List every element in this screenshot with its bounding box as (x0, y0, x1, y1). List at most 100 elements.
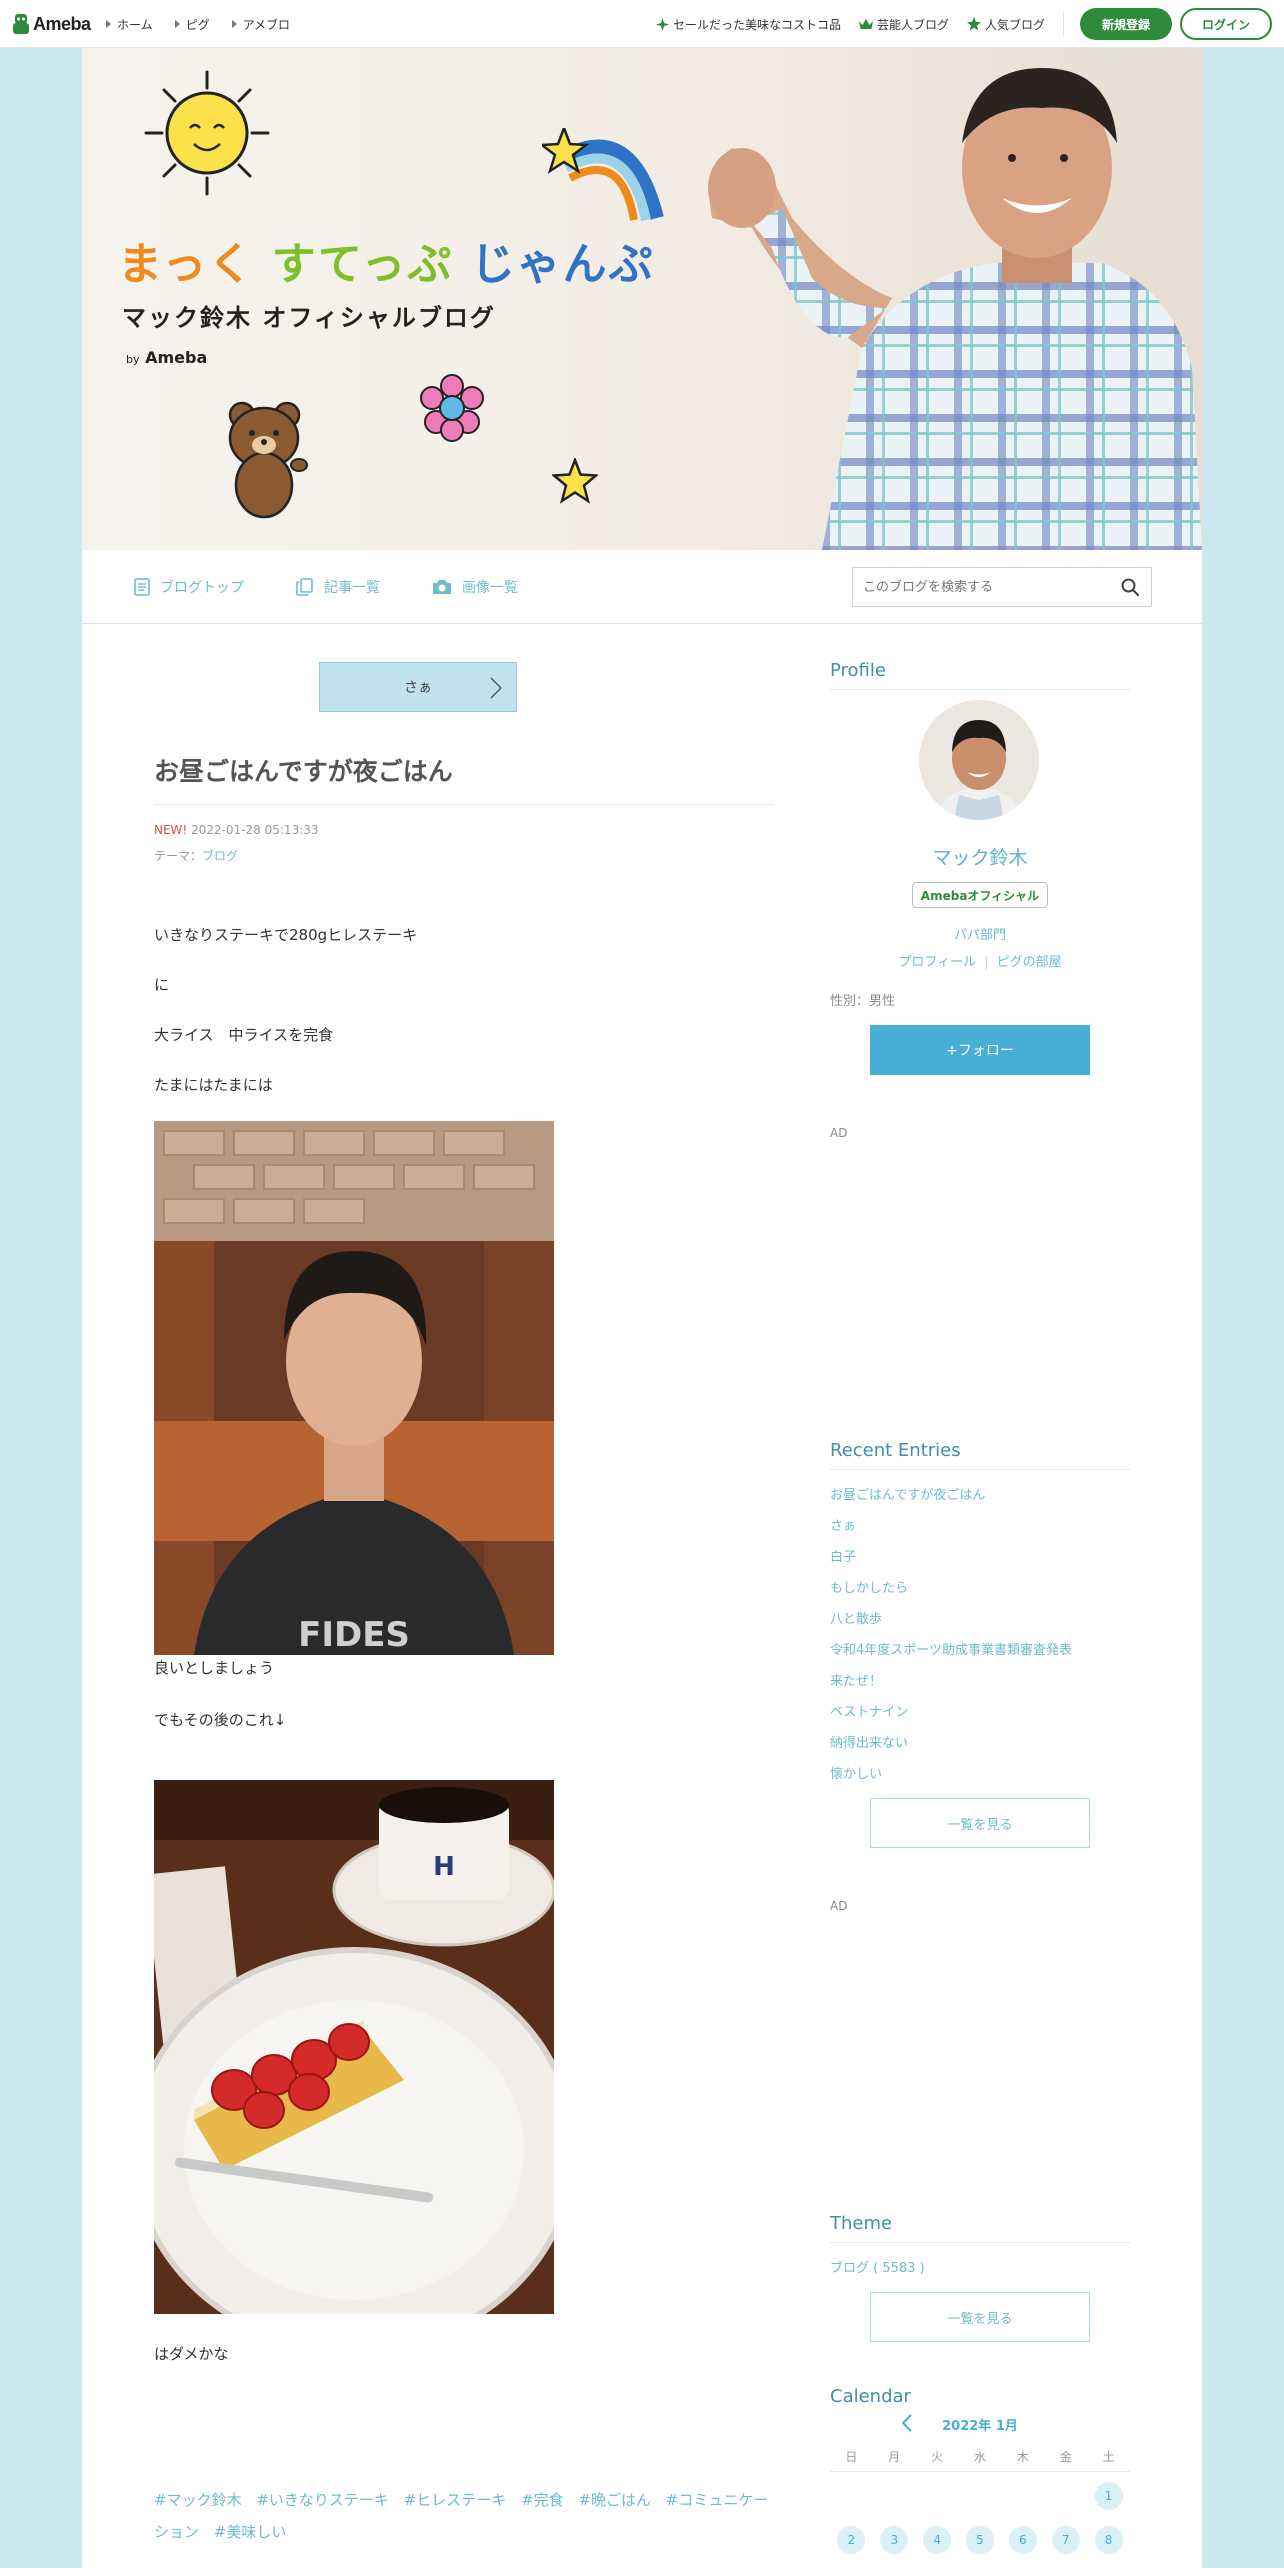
calendar-cell (873, 2478, 916, 2514)
recent-entry-link[interactable]: 白子 (830, 1542, 1130, 1573)
hashtag-link[interactable]: #ヒレステーキ (404, 2491, 507, 2509)
calendar-cell: 2 (830, 2522, 873, 2558)
recent-see-all-button[interactable]: 一覧を見る (870, 1798, 1090, 1848)
nav-entry-list[interactable]: 記事一覧 (296, 577, 380, 597)
calendar-month-label: 2022年 1月 (942, 2419, 1018, 2434)
chevron-right-icon (490, 677, 502, 699)
recent-entry-link[interactable]: もしかしたら (830, 1573, 1130, 1604)
calendar-day-link[interactable]: 7 (1051, 2526, 1080, 2554)
global-header: Ameba ホーム ピグ アメブロ セールだった美味なコストコ品 芸能人ブログ … (0, 0, 1284, 48)
calendar-cell: 3 (873, 2522, 916, 2558)
profile-link[interactable]: プロフィール (898, 955, 976, 970)
article-photo-dessert[interactable]: H (154, 1780, 554, 2314)
profile-name[interactable]: マック鈴木 (830, 843, 1130, 870)
calendar-day-link[interactable]: 2 (837, 2526, 866, 2554)
smiling-sun-icon (144, 70, 270, 196)
article-datetime: 2022-01-28 05:13:33 (191, 823, 319, 837)
popular-blog-link[interactable]: 人気ブログ (966, 16, 1045, 33)
blog-nav-items: ブログトップ 記事一覧 画像一覧 (134, 550, 518, 624)
hashtag-link[interactable]: #完食 (521, 2491, 564, 2509)
calendar-day-link[interactable]: 1 (1094, 2482, 1123, 2510)
weekday-label: 月 (888, 2450, 901, 2464)
calendar-cell (1001, 2478, 1044, 2514)
title-divider (154, 804, 774, 805)
calendar-day-link[interactable]: 4 (923, 2526, 952, 2554)
by-ameba-label: by Ameba (126, 348, 207, 367)
blog-search-input[interactable] (853, 568, 1103, 606)
login-button[interactable]: ログイン (1180, 8, 1272, 40)
celebrity-blog-link[interactable]: 芸能人ブログ (858, 16, 949, 33)
theme-prefix: テーマ： (154, 849, 203, 863)
recent-entry-link[interactable]: 懐かしい (830, 1759, 1130, 1790)
ameba-logo[interactable]: Ameba (12, 12, 91, 36)
calendar-day-link[interactable]: 3 (880, 2526, 909, 2554)
theme-link[interactable]: ブログ (202, 849, 238, 863)
weekday-label: 水 (974, 2450, 987, 2464)
hashtag-link[interactable]: #晩ごはん (578, 2491, 651, 2509)
brand-wordmark: Ameba (33, 13, 91, 34)
prev-entry-label: さぁ (404, 680, 432, 696)
recent-entry-link[interactable]: 令和4年度スポーツ助成事業書類審査発表 (830, 1635, 1130, 1666)
calendar-cell (959, 2478, 1002, 2514)
pig-room-link[interactable]: ピグの部屋 (997, 955, 1062, 970)
new-badge: NEW! (154, 823, 188, 837)
theme-blog-link[interactable]: ブログ ( 5583 ) (830, 2257, 925, 2276)
calendar-day-link[interactable]: 8 (1094, 2526, 1123, 2554)
calendar-cell: 8 (1087, 2522, 1130, 2558)
calendar-day-link[interactable]: 6 (1008, 2526, 1037, 2554)
camera-icon (433, 580, 451, 594)
header-portrait-image (708, 68, 1202, 550)
svg-text:FIDES: FIDES (298, 1615, 410, 1655)
by-brand: Ameba (145, 348, 208, 367)
calendar-day-link[interactable]: 5 (966, 2526, 994, 2554)
follow-button[interactable]: +フォロー (870, 1025, 1090, 1075)
register-button[interactable]: 新規登録 (1080, 8, 1172, 40)
nav-blog-top[interactable]: ブログトップ (134, 577, 244, 597)
caret-right-icon (106, 20, 111, 28)
recent-entry-link[interactable]: ベストナイン (830, 1697, 1130, 1728)
copy-pages-icon (296, 578, 313, 596)
recent-entry-link[interactable]: 納得出来ない (830, 1728, 1130, 1759)
calendar-weekdays: 日 月 火 水 木 金 土 (830, 2446, 1130, 2472)
calendar-cell: 1 (1087, 2478, 1130, 2514)
nav-ameblo-label: アメブロ (242, 17, 291, 32)
article-title[interactable]: お昼ごはんですが夜ごはん (154, 752, 774, 788)
calendar-cell: 5 (959, 2522, 1002, 2558)
calendar-week: 1 (830, 2478, 1130, 2514)
yellow-star-icon (552, 458, 598, 504)
costco-topic-link[interactable]: セールだった美味なコストコ品 (655, 16, 841, 33)
calendar-cell (916, 2478, 959, 2514)
nav-image-list[interactable]: 画像一覧 (432, 577, 518, 597)
costco-topic-label: セールだった美味なコストコ品 (672, 17, 841, 32)
hashtag-list: #マック鈴木 #いきなりステーキ #ヒレステーキ #完食 #晩ごはん #コミュニ… (154, 2484, 774, 2548)
sparkle-icon (655, 17, 669, 31)
prev-entry-button[interactable]: さぁ (319, 662, 517, 712)
recent-entries-heading: Recent Entries (830, 1440, 1130, 1470)
star-icon (966, 17, 981, 31)
recent-entry-link[interactable]: さぁ (830, 1511, 1130, 1542)
nav-pig-link[interactable]: ピグ (174, 16, 210, 33)
weekday-label: 日 (845, 2450, 858, 2464)
recent-entry-link[interactable]: お昼ごはんですが夜ごはん (830, 1480, 1130, 1511)
nav-home-link[interactable]: ホーム (106, 16, 153, 33)
profile-links: プロフィール | ピグの部屋 (830, 951, 1130, 970)
hashtag-link[interactable]: #美味しい (214, 2523, 287, 2541)
blog-subtitle: マック鈴木 オフィシャルブログ (122, 304, 496, 332)
recent-entry-link[interactable]: 来たぜ！ (830, 1666, 1130, 1697)
blog-header-banner[interactable]: まっく すてっぷ じゃんぷ マック鈴木 オフィシャルブログ by Ameba (82, 48, 1202, 550)
hashtag-link[interactable]: #いきなりステーキ (256, 2491, 389, 2509)
theme-see-all-button[interactable]: 一覧を見る (870, 2292, 1090, 2342)
search-icon[interactable] (1121, 578, 1139, 596)
article-paragraph: 大ライス 中ライスを完食 (154, 1026, 334, 1044)
pink-flower-icon (420, 374, 484, 442)
nav-blog-top-label: ブログトップ (160, 580, 244, 596)
nav-ameblo-link[interactable]: アメブロ (231, 16, 291, 33)
blog-title-logo: まっく すてっぷ じゃんぷ (118, 228, 655, 292)
ameba-official-badge[interactable]: Amebaオフィシャル (912, 882, 1048, 908)
article-photo-man[interactable]: FIDES (154, 1121, 554, 1655)
recent-entry-link[interactable]: 八と散歩 (830, 1604, 1130, 1635)
hashtag-link[interactable]: #マック鈴木 (154, 2491, 242, 2509)
category-link[interactable]: パパ部門 (830, 924, 1130, 943)
profile-avatar[interactable] (919, 700, 1039, 820)
caret-right-icon (174, 20, 180, 28)
